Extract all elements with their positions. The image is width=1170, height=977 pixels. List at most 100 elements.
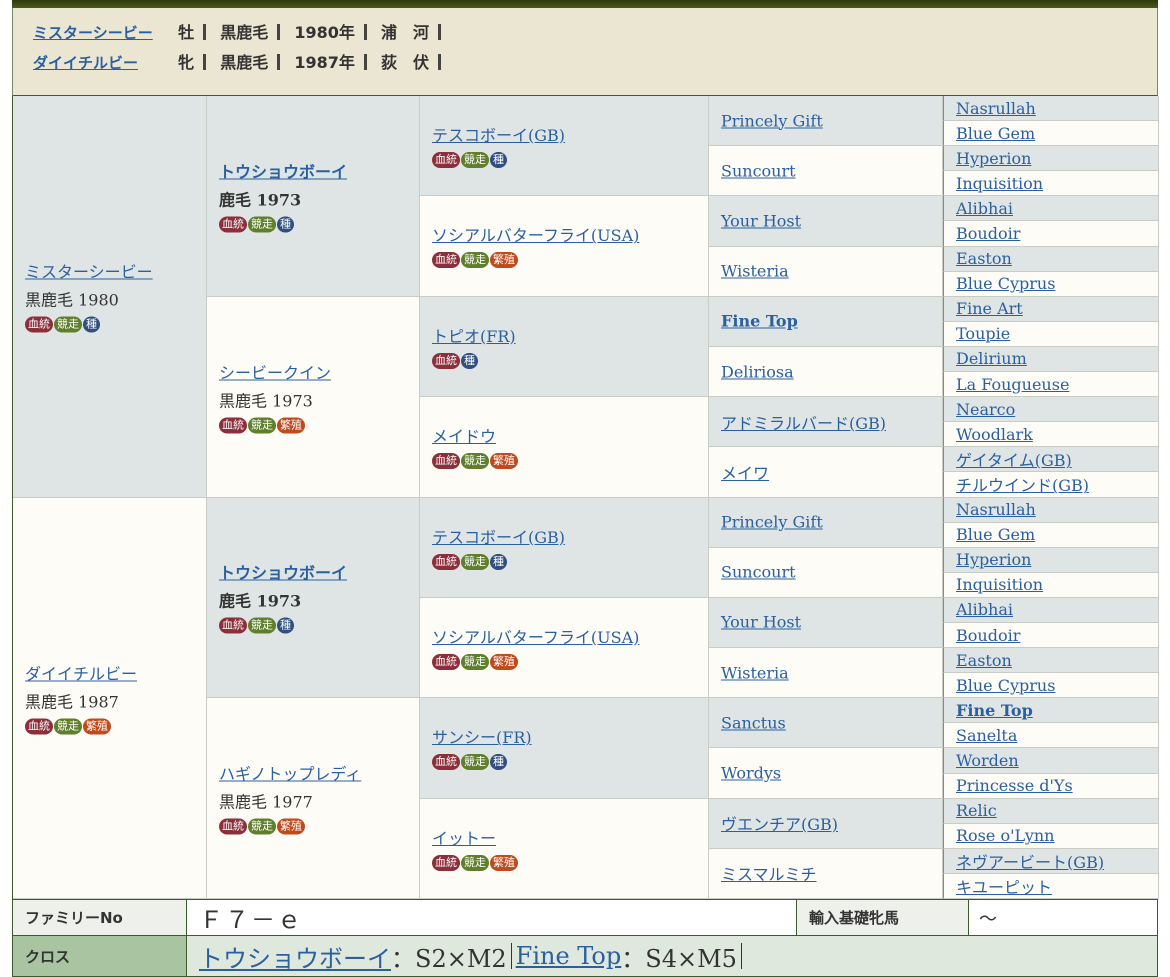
badge-mare[interactable]: 繁殖 — [490, 453, 518, 470]
badge-blood[interactable]: 血統 — [432, 152, 460, 168]
horse-name-link[interactable]: Boudoir — [956, 224, 1020, 243]
horse-name-link[interactable]: Toupie — [956, 324, 1010, 343]
horse-name-link[interactable]: ダイイチルビー — [25, 664, 137, 683]
badge-race[interactable]: 競走 — [461, 453, 489, 470]
horse-name-link[interactable]: Hyperion — [956, 149, 1031, 168]
badge-blood[interactable]: 血統 — [432, 653, 460, 670]
horse-name-link[interactable]: Fine Top — [956, 701, 1033, 720]
horse-name-link[interactable]: シービークイン — [219, 363, 331, 382]
horse-name-link[interactable]: Fine Art — [956, 299, 1023, 318]
cross-horse-link[interactable]: トウショウボーイ — [199, 939, 391, 974]
horse-name-link[interactable]: Wisteria — [721, 262, 789, 281]
horse-name-link[interactable]: Boudoir — [956, 626, 1020, 645]
badge-blood[interactable]: 血統 — [25, 316, 53, 333]
badge-race[interactable]: 競走 — [248, 417, 276, 434]
horse-name-link[interactable]: Alibhai — [956, 199, 1013, 218]
horse-name-link[interactable]: Delirium — [956, 349, 1027, 368]
badge-blood[interactable]: 血統 — [25, 718, 53, 735]
horse-name-link[interactable]: Fine Top — [721, 312, 798, 331]
horse-name-link[interactable]: Sanctus — [721, 713, 786, 732]
horse-name-link[interactable]: アドミラルバード(GB) — [721, 414, 886, 433]
horse-name-link[interactable]: ネヴアービート(GB) — [956, 849, 1104, 873]
horse-name-link[interactable]: Princely Gift — [721, 513, 823, 532]
horse-name-link[interactable]: メイワ — [721, 464, 769, 483]
horse-name-link[interactable]: Woodlark — [956, 425, 1033, 444]
badge-sire[interactable]: 種 — [277, 617, 294, 634]
horse-name-link[interactable]: Princely Gift — [721, 111, 823, 130]
horse-name-link[interactable]: Blue Gem — [956, 124, 1035, 143]
horse-name-link[interactable]: Inquisition — [956, 174, 1043, 193]
badge-blood[interactable]: 血統 — [432, 453, 460, 470]
badge-mare[interactable]: 繁殖 — [277, 818, 305, 835]
horse-name-link[interactable]: Your Host — [721, 211, 801, 230]
badge-sire[interactable]: 種 — [490, 553, 507, 570]
cross-horse-link[interactable]: Fine Top — [516, 942, 622, 970]
badge-sire[interactable]: 種 — [461, 352, 478, 369]
horse-name-link[interactable]: Wordys — [721, 764, 781, 783]
summary-horse-link[interactable]: ミスターシービー — [33, 20, 173, 46]
horse-name-link[interactable]: Easton — [956, 249, 1012, 268]
badge-race[interactable]: 競走 — [461, 653, 489, 670]
badge-sire[interactable]: 種 — [490, 152, 507, 168]
horse-name-link[interactable]: テスコボーイ(GB) — [432, 126, 565, 145]
badge-sire[interactable]: 種 — [490, 754, 507, 771]
horse-name-link[interactable]: Relic — [956, 801, 997, 820]
badge-race[interactable]: 競走 — [248, 818, 276, 835]
horse-name-link[interactable]: トピオ(FR) — [432, 327, 516, 346]
horse-name-link[interactable]: Blue Cyprus — [956, 676, 1055, 695]
badge-blood[interactable]: 血統 — [219, 617, 247, 634]
horse-name-link[interactable]: テスコボーイ(GB) — [432, 528, 565, 547]
badge-race[interactable]: 競走 — [461, 152, 489, 168]
badge-mare[interactable]: 繁殖 — [490, 653, 518, 670]
horse-name-link[interactable]: イットー — [432, 829, 496, 848]
horse-name-link[interactable]: Worden — [956, 751, 1019, 770]
badge-race[interactable]: 競走 — [248, 617, 276, 634]
badge-race[interactable]: 競走 — [461, 252, 489, 269]
horse-name-link[interactable]: Sanelta — [956, 726, 1017, 745]
horse-name-link[interactable]: ゲイタイム(GB) — [956, 447, 1072, 471]
horse-name-link[interactable]: ソシアルバターフライ(USA) — [432, 628, 639, 647]
badge-mare[interactable]: 繁殖 — [490, 252, 518, 269]
horse-name-link[interactable]: Nasrullah — [956, 500, 1036, 519]
horse-name-link[interactable]: メイドウ — [432, 427, 496, 446]
horse-name-link[interactable]: Deliriosa — [721, 362, 794, 381]
summary-horse-link[interactable]: ダイイチルビー — [33, 50, 173, 76]
horse-name-link[interactable]: チルウインド(GB) — [956, 472, 1089, 496]
horse-name-link[interactable]: Suncourt — [721, 161, 796, 180]
horse-name-link[interactable]: サンシー(FR) — [432, 728, 532, 747]
horse-name-link[interactable]: Easton — [956, 651, 1012, 670]
horse-name-link[interactable]: Alibhai — [956, 600, 1013, 619]
horse-name-link[interactable]: ソシアルバターフライ(USA) — [432, 226, 639, 245]
horse-name-link[interactable]: Wisteria — [721, 663, 789, 682]
horse-name-link[interactable]: トウショウボーイ — [219, 564, 347, 583]
badge-race[interactable]: 競走 — [461, 854, 489, 871]
horse-name-link[interactable]: Nasrullah — [956, 99, 1036, 118]
badge-blood[interactable]: 血統 — [219, 216, 247, 233]
horse-name-link[interactable]: ミスターシービー — [25, 263, 153, 282]
badge-race[interactable]: 競走 — [461, 754, 489, 771]
badge-blood[interactable]: 血統 — [432, 754, 460, 771]
horse-name-link[interactable]: La Fougueuse — [956, 375, 1069, 394]
horse-name-link[interactable]: Inquisition — [956, 575, 1043, 594]
badge-mare[interactable]: 繁殖 — [490, 854, 518, 871]
horse-name-link[interactable]: ハギノトップレディ — [219, 765, 361, 784]
badge-blood[interactable]: 血統 — [432, 252, 460, 269]
badge-sire[interactable]: 種 — [277, 216, 294, 233]
badge-mare[interactable]: 繁殖 — [83, 718, 111, 735]
badge-blood[interactable]: 血統 — [432, 553, 460, 570]
horse-name-link[interactable]: ヴエンチア(GB) — [721, 815, 838, 834]
badge-blood[interactable]: 血統 — [219, 417, 247, 434]
horse-name-link[interactable]: Blue Gem — [956, 525, 1035, 544]
badge-race[interactable]: 競走 — [248, 216, 276, 233]
horse-name-link[interactable]: Nearco — [956, 400, 1015, 419]
horse-name-link[interactable]: Rose o'Lynn — [956, 826, 1054, 845]
horse-name-link[interactable]: Suncourt — [721, 563, 796, 582]
horse-name-link[interactable]: キユーピット — [956, 874, 1052, 898]
badge-sire[interactable]: 種 — [83, 316, 100, 333]
horse-name-link[interactable]: Blue Cyprus — [956, 274, 1055, 293]
badge-race[interactable]: 競走 — [54, 718, 82, 735]
badge-blood[interactable]: 血統 — [219, 818, 247, 835]
badge-blood[interactable]: 血統 — [432, 352, 460, 369]
horse-name-link[interactable]: Your Host — [721, 613, 801, 632]
horse-name-link[interactable]: トウショウボーイ — [219, 162, 347, 181]
